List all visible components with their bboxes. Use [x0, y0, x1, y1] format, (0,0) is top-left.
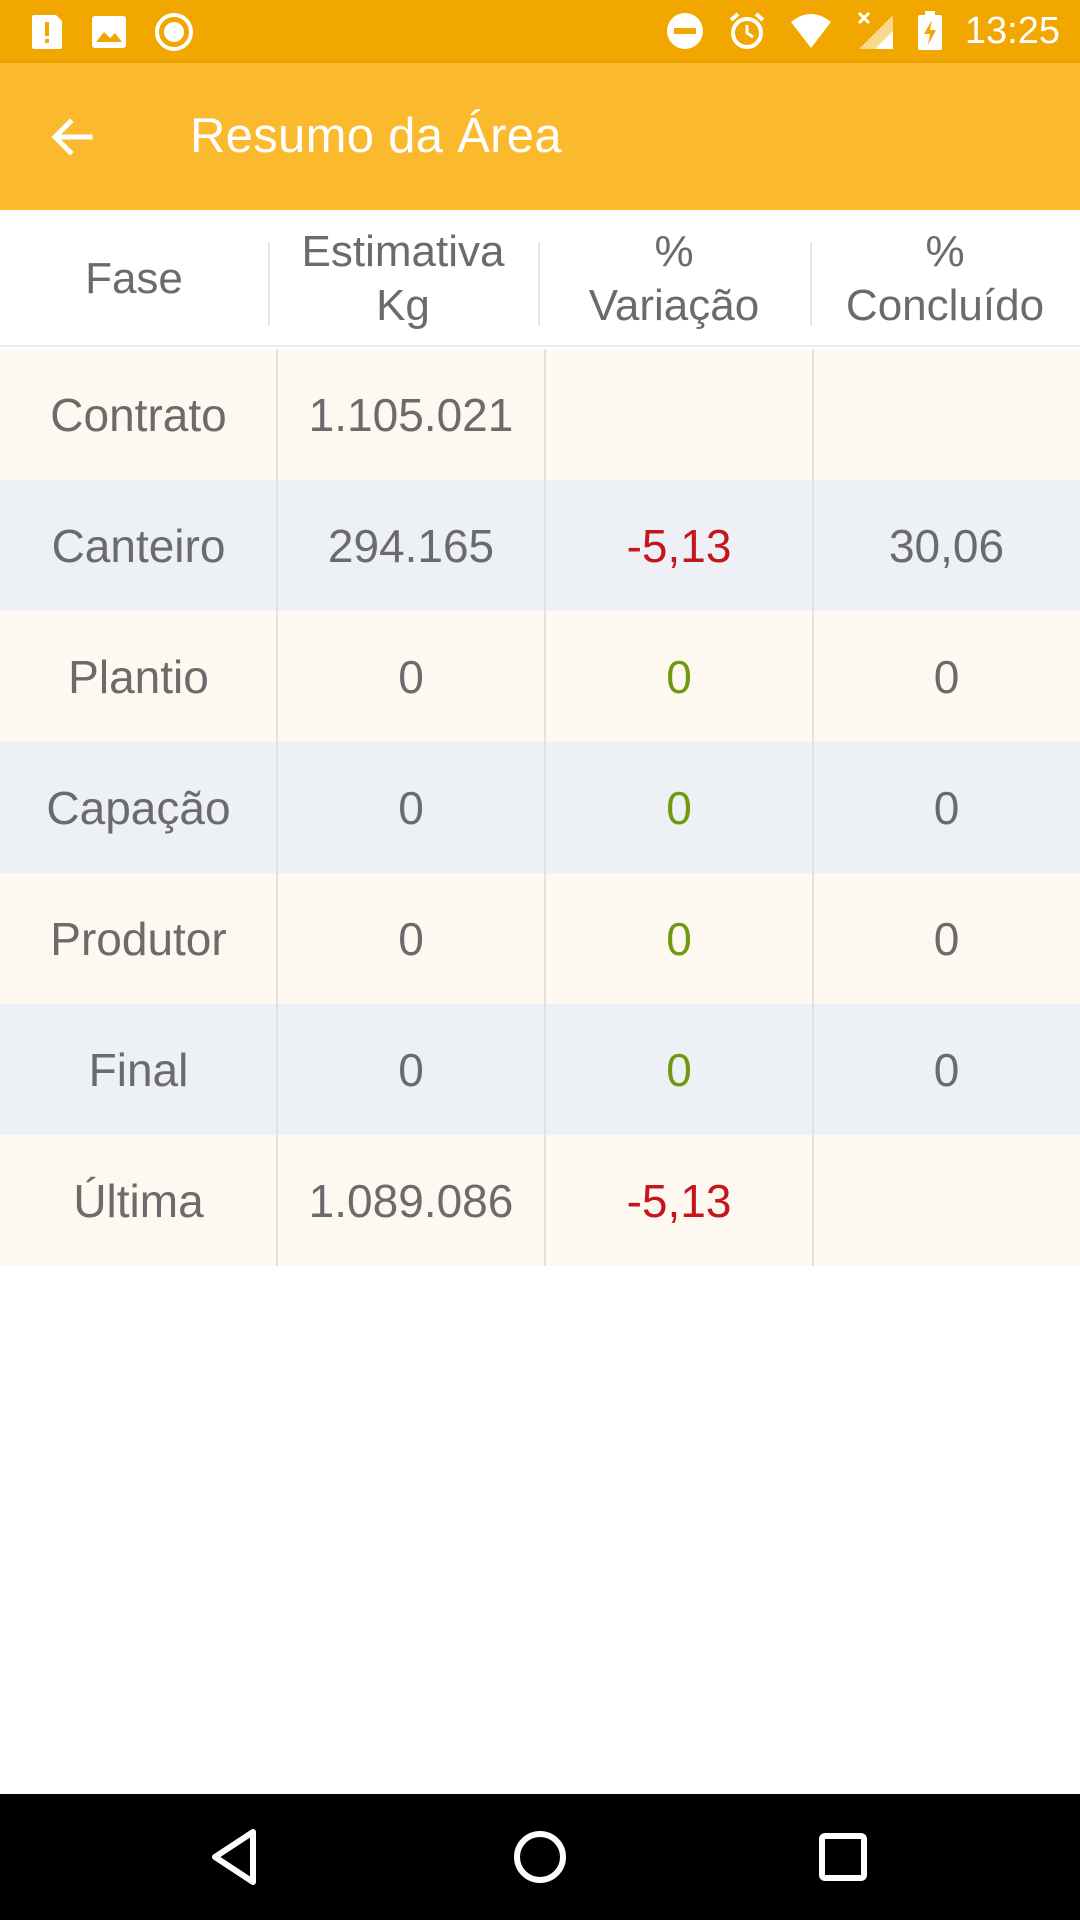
- header-estimativa-line1: Estimativa: [301, 226, 505, 276]
- cell-estimativa: 0: [398, 781, 424, 834]
- cell-concluido: 0: [933, 912, 960, 965]
- cell-estimativa: 0: [398, 1043, 424, 1096]
- header-estimativa-line2: Kg: [376, 280, 430, 330]
- table-row: Produtor 0 0 0: [0, 873, 1080, 1004]
- app-bar: Resumo da Área: [0, 63, 1080, 210]
- column-divider: [812, 349, 814, 1266]
- recents-square-icon[interactable]: [808, 1822, 878, 1892]
- column-divider: [276, 349, 278, 1266]
- image-icon: [92, 16, 126, 48]
- cell-fase: Capação: [46, 781, 231, 834]
- cell-variacao: [545, 349, 813, 480]
- page-title: Resumo da Área: [190, 109, 562, 163]
- battery-charging-icon: [917, 11, 942, 50]
- header-fase-label: Fase: [85, 253, 183, 303]
- cell-concluido: 0: [933, 1043, 960, 1096]
- cell-concluido: [813, 1135, 1080, 1266]
- header-fase: Fase: [0, 210, 268, 347]
- table-row: Contrato 1.105.021: [0, 349, 1080, 480]
- table-row: Final 0 0 0: [0, 1004, 1080, 1135]
- cell-estimativa: 1.089.086: [308, 1174, 514, 1227]
- table-header: Fase Estimativa Kg % Variação % Concluíd…: [0, 210, 1080, 347]
- cell-fase: Produtor: [50, 912, 227, 965]
- record-icon: [155, 13, 193, 51]
- table-row: Última 1.089.086 -5,13: [0, 1135, 1080, 1266]
- cell-fase: Última: [73, 1174, 204, 1227]
- header-variacao-line1: %: [654, 226, 694, 276]
- header-variacao: % Variação: [538, 210, 810, 347]
- cell-concluido: 30,06: [888, 519, 1005, 572]
- table-row: Plantio 0 0 0: [0, 611, 1080, 742]
- cell-variacao: 0: [666, 650, 692, 703]
- cell-variacao: 0: [666, 912, 692, 965]
- cell-concluido: 0: [933, 781, 960, 834]
- table-row: Capação 0 0 0: [0, 742, 1080, 873]
- cell-estimativa: 294.165: [327, 519, 495, 572]
- wifi-icon: [790, 14, 831, 48]
- column-divider: [544, 349, 546, 1266]
- cell-variacao: 0: [666, 781, 692, 834]
- cell-fase: Canteiro: [51, 519, 226, 572]
- status-time: 13:25: [964, 10, 1060, 52]
- system-nav-bar: [0, 1794, 1080, 1920]
- arrow-back-icon[interactable]: [44, 109, 100, 165]
- header-variacao-line2: Variação: [588, 280, 760, 330]
- cell-estimativa: 0: [398, 912, 424, 965]
- alarm-icon: [729, 12, 765, 49]
- alert-icon: [32, 15, 62, 49]
- cell-estimativa: 1.105.021: [308, 388, 514, 441]
- header-estimativa: Estimativa Kg: [268, 210, 538, 347]
- cell-fase: Plantio: [68, 650, 209, 703]
- home-circle-icon[interactable]: [505, 1822, 575, 1892]
- cell-variacao: -5,13: [626, 1174, 732, 1227]
- signal-icon: [857, 11, 893, 49]
- back-triangle-icon[interactable]: [201, 1822, 271, 1892]
- table-body: Contrato 1.105.021 Canteiro 294.165 -5,1…: [0, 349, 1080, 1266]
- cell-estimativa: 0: [398, 650, 424, 703]
- header-concluido-line2: Concluído: [845, 280, 1045, 330]
- cell-concluido: [813, 349, 1080, 480]
- status-bar: 13:25: [0, 0, 1080, 63]
- cell-fase: Final: [88, 1043, 189, 1096]
- header-concluido-line1: %: [925, 226, 965, 276]
- cell-fase: Contrato: [50, 388, 227, 441]
- cell-concluido: 0: [933, 650, 960, 703]
- table-row: Canteiro 294.165 -5,13 30,06: [0, 480, 1080, 611]
- cell-variacao: -5,13: [626, 519, 732, 572]
- cell-variacao: 0: [666, 1043, 692, 1096]
- do-not-disturb-icon: [666, 13, 703, 49]
- header-concluido: % Concluído: [810, 210, 1080, 347]
